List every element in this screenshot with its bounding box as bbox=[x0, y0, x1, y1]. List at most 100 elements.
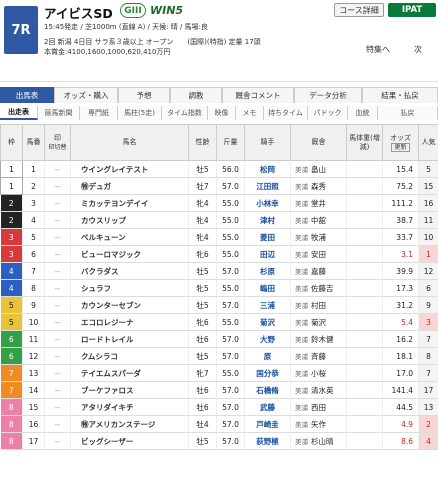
trainer-name[interactable]: 嘉藤 bbox=[311, 267, 326, 276]
table-row[interactable]: 5 9 -- カウンターセブン 牡5 57.0 三浦 美浦 村田 31.2 9 bbox=[0, 296, 438, 314]
tab-card[interactable]: 出走表 bbox=[0, 106, 38, 120]
trainer-cell[interactable]: 美浦 森秀 bbox=[290, 177, 347, 195]
trainer-name[interactable]: 清水英 bbox=[311, 386, 334, 395]
horse-name[interactable]: クムシラコ bbox=[70, 347, 189, 365]
table-row[interactable]: 6 12 -- クムシラコ 牡5 57.0 原美浦 斉藤 18.1 8 bbox=[0, 347, 438, 365]
tab-stable-comment[interactable]: 厩舎コメント bbox=[222, 87, 294, 103]
mark-selector[interactable]: -- bbox=[44, 211, 71, 229]
mark-selector[interactable]: -- bbox=[44, 364, 71, 382]
horse-name[interactable]: ベルキューン bbox=[70, 228, 189, 246]
horse-name[interactable]: ビッグシーザー bbox=[70, 432, 189, 450]
jockey-name[interactable]: 国分恭 bbox=[244, 364, 291, 382]
horse-name[interactable]: エコロレジーナ bbox=[70, 313, 189, 331]
trainer-cell[interactable]: 美浦 中舘 bbox=[290, 211, 347, 229]
trainer-cell[interactable]: 美浦 村田 bbox=[290, 296, 347, 314]
table-row[interactable]: 8 15 -- アタリダイキチ 牡6 57.0 武藤 美浦 西田 44.5 13 bbox=[0, 398, 438, 416]
tab-specialist[interactable]: 専門紙 bbox=[80, 106, 118, 120]
trainer-cell[interactable]: 美浦 斉藤 bbox=[290, 347, 347, 365]
mark-selector[interactable]: -- bbox=[44, 415, 71, 433]
jockey-name[interactable]: 菊沢 bbox=[244, 313, 291, 331]
tab-time-index[interactable]: タイム指数 bbox=[162, 106, 208, 120]
col-mark[interactable]: 印印切替 bbox=[44, 124, 71, 161]
trainer-name[interactable]: 佐藤吉 bbox=[311, 284, 334, 293]
jockey-name[interactable]: 田辺 bbox=[244, 245, 291, 263]
jockey-name[interactable]: 武藤 bbox=[244, 398, 291, 416]
mark-selector[interactable]: -- bbox=[44, 347, 71, 365]
jockey-name[interactable]: 杉原 bbox=[244, 262, 291, 280]
trainer-name[interactable]: 斉藤 bbox=[311, 352, 326, 361]
feature-link[interactable]: 特集へ bbox=[366, 44, 390, 55]
jockey-name[interactable]: 荻野極 bbox=[244, 432, 291, 450]
horse-name[interactable]: ウイングレイテスト bbox=[70, 160, 189, 178]
trainer-cell[interactable]: 美浦 菊沢 bbox=[290, 313, 347, 331]
table-row[interactable]: 8 17 -- ビッグシーザー 牡5 57.0 荻野極 美浦 杉山晴 8.6 4 bbox=[0, 432, 438, 450]
mark-selector[interactable]: -- bbox=[44, 398, 71, 416]
mark-selector[interactable]: -- bbox=[44, 194, 71, 212]
table-row[interactable]: 2 3 -- ミカッテヨンデイイ 牝4 55.0 小林幸 美浦 堂井 111.2 16 bbox=[0, 194, 438, 212]
jockey-name[interactable]: 嶋田 bbox=[244, 279, 291, 297]
jockey-name[interactable]: 三浦 bbox=[244, 296, 291, 314]
jockey-name[interactable]: 原 bbox=[244, 347, 291, 365]
horse-name[interactable]: シュラフ bbox=[70, 279, 189, 297]
table-row[interactable]: 3 5 -- ベルキューン 牝4 55.0 菱田 美浦 牧浦 33.7 10 bbox=[0, 228, 438, 246]
mark-selector[interactable]: -- bbox=[44, 279, 71, 297]
trainer-name[interactable]: 畠山 bbox=[311, 165, 326, 174]
trainer-name[interactable]: 森秀 bbox=[311, 182, 326, 191]
trainer-cell[interactable]: 美浦 鈴木健 bbox=[290, 330, 347, 348]
tab-entries[interactable]: 出馬表 bbox=[0, 87, 54, 103]
jockey-name[interactable]: 石橋脩 bbox=[244, 381, 291, 399]
trainer-name[interactable]: 鈴木健 bbox=[311, 335, 334, 344]
table-row[interactable]: 1 1 -- ウイングレイテスト 牡5 56.0 松岡 美浦 畠山 15.4 5 bbox=[0, 160, 438, 178]
jockey-name[interactable]: 小林幸 bbox=[244, 194, 291, 212]
trainer-name[interactable]: 牧浦 bbox=[311, 233, 326, 242]
trainer-cell[interactable]: 美浦 矢作 bbox=[290, 415, 347, 433]
mark-selector[interactable]: -- bbox=[44, 160, 71, 178]
tab-video[interactable]: 映像 bbox=[208, 106, 236, 120]
table-row[interactable]: 4 8 -- シュラフ 牝5 55.0 嶋田 美浦 佐藤吉 17.3 6 bbox=[0, 279, 438, 297]
tab-paddock[interactable]: パドック bbox=[308, 106, 348, 120]
trainer-name[interactable]: 中舘 bbox=[311, 216, 326, 225]
mark-selector[interactable]: -- bbox=[44, 262, 71, 280]
tab-training[interactable]: 調教 bbox=[170, 87, 222, 103]
table-row[interactable]: 5 10 -- エコロレジーナ 牝6 55.0 菊沢 美浦 菊沢 5.4 3 bbox=[0, 313, 438, 331]
mark-selector[interactable]: -- bbox=[44, 245, 71, 263]
tab-memo[interactable]: メモ bbox=[236, 106, 264, 120]
course-detail-button[interactable]: コース詳細 bbox=[334, 3, 384, 17]
table-row[interactable]: 3 6 -- ビューロマジック 牝6 55.0 田辺 美浦 安田 3.1 1 bbox=[0, 245, 438, 263]
trainer-cell[interactable]: 美浦 清水英 bbox=[290, 381, 347, 399]
ipat-button[interactable]: IPAT bbox=[388, 3, 436, 17]
jockey-name[interactable]: 松岡 bbox=[244, 160, 291, 178]
trainer-cell[interactable]: 美浦 小桜 bbox=[290, 364, 347, 382]
horse-name[interactable]: ビューロマジック bbox=[70, 245, 189, 263]
mark-selector[interactable]: -- bbox=[44, 381, 71, 399]
trainer-name[interactable]: 矢作 bbox=[311, 420, 326, 429]
table-row[interactable]: 7 13 -- テイエムスパーダ 牝7 55.0 国分恭 美浦 小桜 17.0 7 bbox=[0, 364, 438, 382]
jockey-name[interactable]: 戸崎圭 bbox=[244, 415, 291, 433]
trainer-cell[interactable]: 美浦 安田 bbox=[290, 245, 347, 263]
trainer-cell[interactable]: 美浦 堂井 bbox=[290, 194, 347, 212]
tab-odds[interactable]: オッズ・購入 bbox=[54, 87, 118, 103]
tab-payout[interactable]: 払戻 bbox=[378, 106, 438, 120]
tab-pedigree[interactable]: 血統 bbox=[348, 106, 378, 120]
horse-name[interactable]: カウスリップ bbox=[70, 211, 189, 229]
mark-selector[interactable]: -- bbox=[44, 296, 71, 314]
jockey-name[interactable]: 菱田 bbox=[244, 228, 291, 246]
mark-selector[interactable]: -- bbox=[44, 177, 71, 195]
table-row[interactable]: 1 2 -- ㊕デュガ 牡7 57.0 江田照 美浦 森秀 75.2 15 bbox=[0, 177, 438, 195]
trainer-cell[interactable]: 美浦 佐藤吉 bbox=[290, 279, 347, 297]
table-row[interactable]: 7 14 -- ブーケファロス 牡6 57.0 石橋脩 美浦 清水英 141.4 17 bbox=[0, 381, 438, 399]
tab-past5[interactable]: 馬柱(5走) bbox=[118, 106, 162, 120]
table-row[interactable]: 2 4 -- カウスリップ 牝4 55.0 津村 美浦 中舘 38.7 11 bbox=[0, 211, 438, 229]
odds-update-button[interactable]: 更新 bbox=[391, 142, 410, 152]
table-row[interactable]: 4 7 -- バクラダス 牡5 57.0 杉原 美浦 嘉藤 39.9 12 bbox=[0, 262, 438, 280]
trainer-cell[interactable]: 美浦 嘉藤 bbox=[290, 262, 347, 280]
trainer-name[interactable]: 菊沢 bbox=[311, 318, 326, 327]
table-row[interactable]: 8 16 -- ㊕アメリカンステージ 牡4 57.0 戸崎圭 美浦 矢作 4.9 2 bbox=[0, 415, 438, 433]
horse-name[interactable]: カウンターセブン bbox=[70, 296, 189, 314]
trainer-name[interactable]: 村田 bbox=[311, 301, 326, 310]
tab-data-analysis[interactable]: データ分析 bbox=[294, 87, 362, 103]
trainer-name[interactable]: 堂井 bbox=[311, 199, 326, 208]
horse-name[interactable]: ㊕アメリカンステージ bbox=[70, 415, 189, 433]
col-odds[interactable]: オッズ 更新 bbox=[382, 124, 419, 161]
trainer-name[interactable]: 西田 bbox=[311, 403, 326, 412]
